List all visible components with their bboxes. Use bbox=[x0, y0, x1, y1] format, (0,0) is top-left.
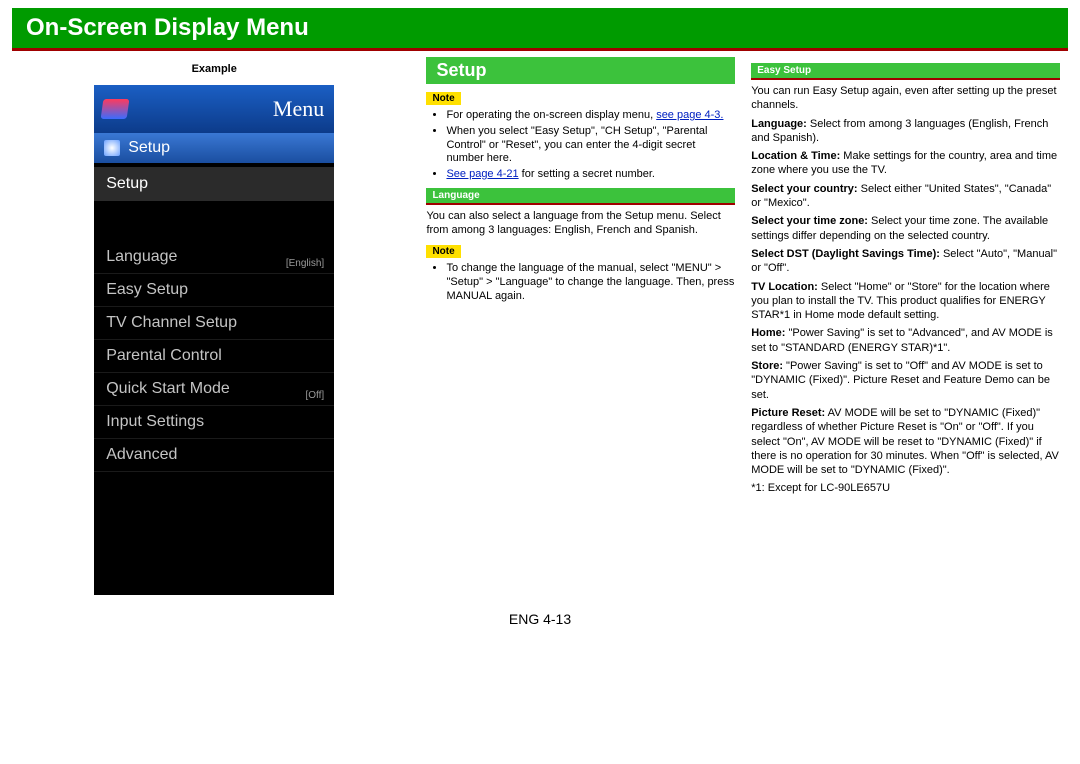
tv-logo-icon bbox=[101, 99, 130, 119]
tv-menu-title: Menu bbox=[273, 96, 324, 122]
tv-menu-screenshot: Menu Setup Setup Language[English]Easy S… bbox=[94, 85, 334, 595]
tv-menu-item: Input Settings bbox=[94, 406, 334, 439]
tv-menu-item: Easy Setup bbox=[94, 274, 334, 307]
tv-selected-item: Setup bbox=[94, 167, 334, 201]
easy-setup-line: Select your country: Select either "Unit… bbox=[751, 182, 1060, 211]
tv-menu-item: Parental Control bbox=[94, 340, 334, 373]
setup-column: Setup Note For operating the on-screen d… bbox=[418, 57, 743, 595]
easy-setup-line: Language: Select from among 3 languages … bbox=[751, 117, 1060, 146]
note-1-list: For operating the on-screen display menu… bbox=[426, 109, 735, 182]
easy-setup-subheading: Easy Setup bbox=[751, 63, 1060, 80]
easy-setup-line: TV Location: Select "Home" or "Store" fo… bbox=[751, 280, 1060, 323]
tv-category-row: Setup bbox=[94, 133, 334, 163]
tv-category-label: Setup bbox=[128, 139, 170, 157]
note-label-2: Note bbox=[426, 245, 460, 258]
tv-category-icon bbox=[104, 140, 120, 156]
tv-menu-item: Advanced bbox=[94, 439, 334, 472]
example-label: Example bbox=[20, 63, 408, 75]
note-1-item: When you select "Easy Setup", "CH Setup"… bbox=[446, 125, 735, 166]
easy-setup-line: Select your time zone: Select your time … bbox=[751, 214, 1060, 243]
example-column: Example Menu Setup Setup Language[Englis… bbox=[12, 57, 418, 595]
tv-menu-item: Quick Start Mode[Off] bbox=[94, 373, 334, 406]
language-text: You can also select a language from the … bbox=[426, 209, 735, 238]
tv-menu-item-value: [English] bbox=[286, 258, 324, 269]
language-subheading: Language bbox=[426, 188, 735, 205]
setup-heading: Setup bbox=[426, 57, 735, 84]
tv-header: Menu bbox=[94, 85, 334, 133]
easy-setup-line: Home: "Power Saving" is set to "Advanced… bbox=[751, 326, 1060, 355]
note-label-1: Note bbox=[426, 92, 460, 105]
tv-menu-item: TV Channel Setup bbox=[94, 307, 334, 340]
link-page-4-3[interactable]: see page 4-3. bbox=[656, 109, 723, 121]
page-banner: On-Screen Display Menu bbox=[12, 8, 1068, 51]
note-1-item: For operating the on-screen display menu… bbox=[446, 109, 735, 123]
note-1-item: See page 4-21 for setting a secret numbe… bbox=[446, 168, 735, 182]
easy-setup-line: Select DST (Daylight Savings Time): Sele… bbox=[751, 247, 1060, 276]
easy-setup-intro: You can run Easy Setup again, even after… bbox=[751, 84, 1060, 113]
note-2-item: To change the language of the manual, se… bbox=[446, 262, 735, 303]
easy-setup-line: Location & Time: Make settings for the c… bbox=[751, 149, 1060, 178]
easy-setup-footnote: *1: Except for LC-90LE657U bbox=[751, 481, 1060, 495]
easy-setup-line: Store: "Power Saving" is set to "Off" an… bbox=[751, 359, 1060, 402]
link-page-4-21[interactable]: See page 4-21 bbox=[446, 168, 518, 180]
easy-setup-column: Easy Setup You can run Easy Setup again,… bbox=[743, 57, 1068, 595]
tv-menu-item: Language[English] bbox=[94, 241, 334, 274]
page-number: ENG 4-13 bbox=[0, 611, 1080, 627]
note-2-list: To change the language of the manual, se… bbox=[426, 262, 735, 303]
tv-menu-item-value: [Off] bbox=[306, 390, 325, 401]
easy-setup-line: Picture Reset: AV MODE will be set to "D… bbox=[751, 406, 1060, 477]
content-columns: Example Menu Setup Setup Language[Englis… bbox=[0, 57, 1080, 595]
